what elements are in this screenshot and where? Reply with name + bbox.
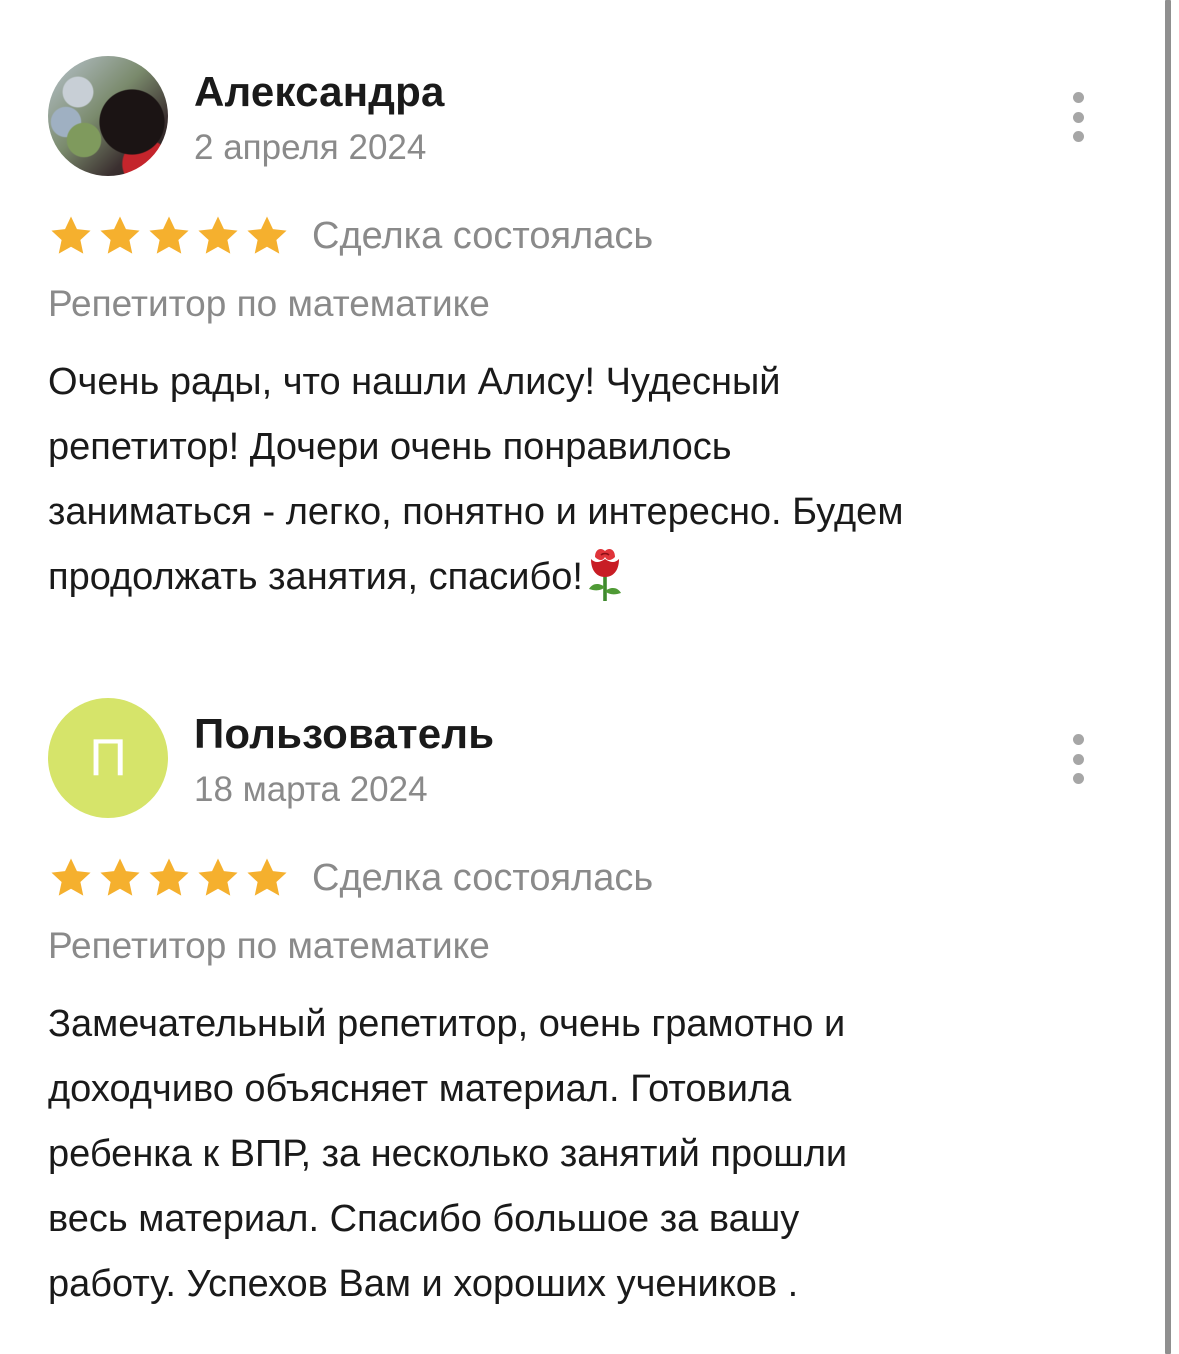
deal-status: Сделка состоялась [312,214,654,257]
avatar[interactable]: П [48,698,168,818]
rose-icon [588,549,621,601]
review-category: Репетитор по математике [48,925,490,966]
star-icon [247,858,287,896]
star-icon [149,858,189,896]
star-rating [48,213,290,259]
rating-row: Сделка состоялась [48,206,1128,266]
more-options-icon[interactable] [1058,92,1098,142]
review-date: 18 марта 2024 [194,770,428,809]
star-rating [48,855,290,901]
deal-status: Сделка состоялась [312,856,654,899]
review-card: П Пользователь 18 марта 2024 Сделка сост… [48,698,1128,1317]
avatar[interactable] [48,56,168,176]
review-header: Александра 2 апреля 2024 [48,56,1128,178]
star-icon [51,216,91,254]
author-name[interactable]: Александра [194,68,445,116]
star-icon [198,858,238,896]
review-text: Очень рады, что нашли Алису! Чудесный ре… [48,350,1128,610]
review-text: Замечательный репетитор, очень грамотно … [48,1003,848,1305]
star-icon [51,858,91,896]
rating-row: Сделка состоялась [48,848,1128,908]
star-icon [100,216,140,254]
review-card: Александра 2 апреля 2024 Сделка состояла… [48,56,1128,610]
star-icon [100,858,140,896]
star-icon [247,216,287,254]
review-date: 2 апреля 2024 [194,128,427,167]
scrollbar[interactable] [1165,0,1171,1354]
author-name[interactable]: Пользователь [194,710,494,758]
review-text-body: Очень рады, что нашли Алису! Чудесный ре… [48,361,904,598]
star-icon [198,216,238,254]
star-icon [149,216,189,254]
review-category: Репетитор по математике [48,283,490,324]
more-options-icon[interactable] [1058,734,1098,784]
review-header: П Пользователь 18 марта 2024 [48,698,1128,820]
